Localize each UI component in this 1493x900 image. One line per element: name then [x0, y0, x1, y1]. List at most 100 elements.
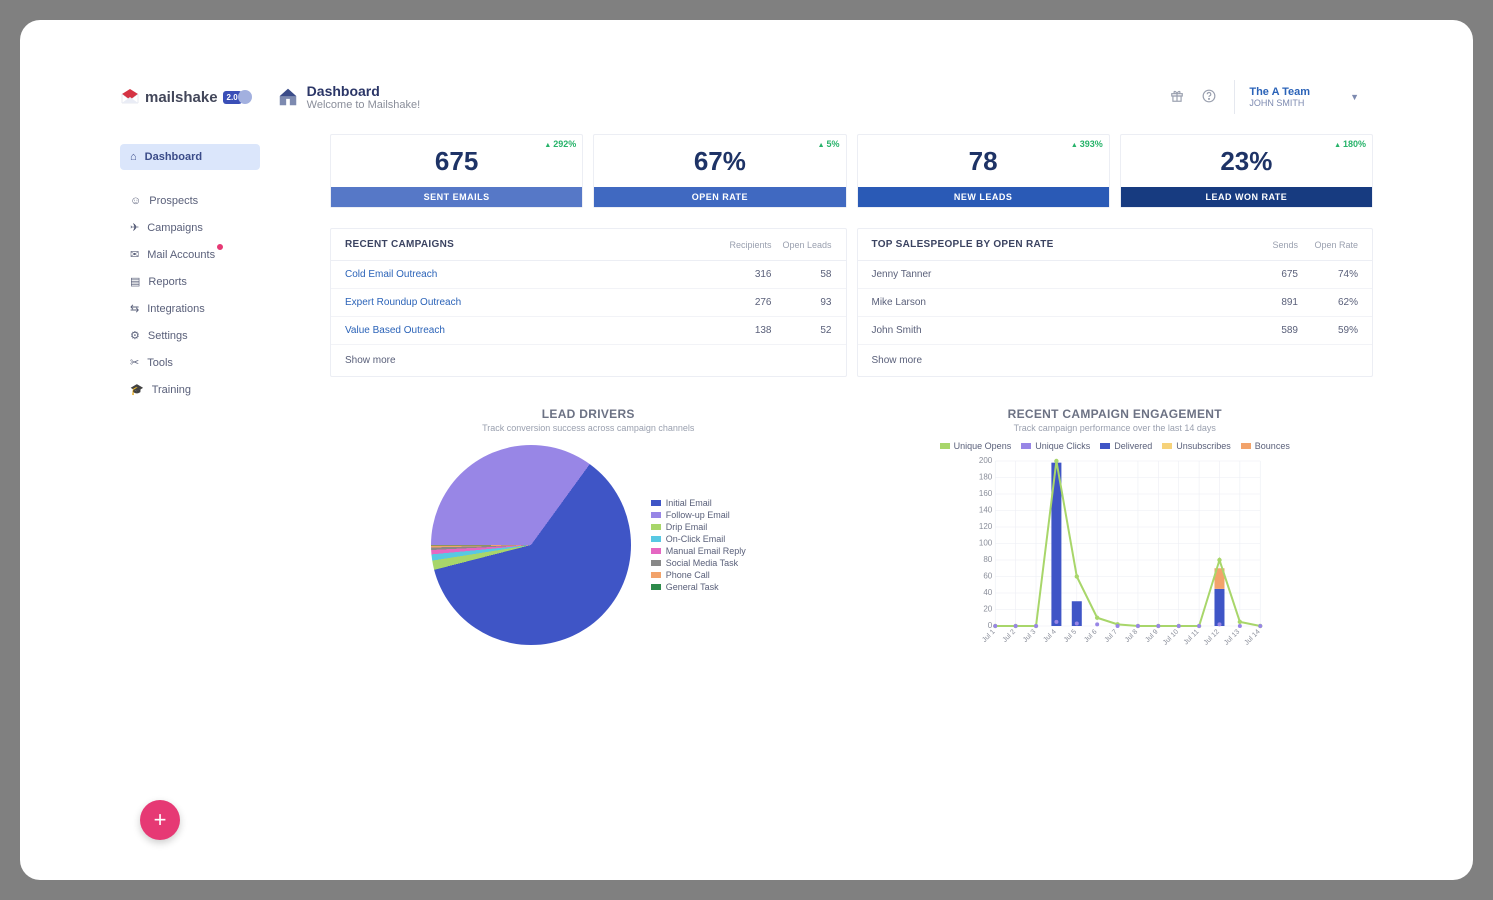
svg-text:Jul 4: Jul 4	[1042, 628, 1057, 643]
pie-legend: Initial Email Follow-up Email Drip Email…	[651, 496, 746, 594]
svg-text:200: 200	[978, 456, 992, 465]
show-more-link[interactable]: Show more	[331, 345, 846, 376]
table-title: TOP SALESPEOPLE BY OPEN RATE	[872, 239, 1239, 250]
col-open-rate: Open Rate	[1298, 240, 1358, 250]
swatch-icon	[1021, 443, 1031, 449]
nav-label: Campaigns	[147, 222, 203, 234]
report-icon: ▤	[130, 275, 140, 288]
kpi-delta: 292%	[544, 139, 576, 149]
swatch-icon	[651, 572, 661, 578]
svg-text:100: 100	[978, 539, 992, 548]
legend-label: Delivered	[1114, 441, 1152, 451]
kpi-label: LEAD WON RATE	[1121, 187, 1372, 207]
brand-logo[interactable]: mailshake 2.0	[120, 89, 252, 106]
body: ⌂ Dashboard ☺ Prospects ✈ Campaigns ✉ Ma…	[120, 124, 1373, 666]
col-open-leads: Open Leads	[772, 240, 832, 250]
nav-mail-accounts[interactable]: ✉ Mail Accounts	[120, 241, 260, 268]
chevron-down-icon: ▼	[1350, 92, 1359, 102]
nav-dashboard[interactable]: ⌂ Dashboard	[120, 144, 260, 170]
legend-label: Bounces	[1255, 441, 1290, 451]
user-name: JOHN SMITH	[1249, 98, 1310, 108]
campaign-link[interactable]: Expert Roundup Outreach	[345, 297, 712, 308]
svg-text:20: 20	[983, 605, 992, 614]
kpi-lead-won-rate[interactable]: 180% 23% LEAD WON RATE	[1120, 134, 1373, 208]
svg-text:Jul 3: Jul 3	[1022, 628, 1037, 643]
send-icon: ✈	[130, 221, 139, 234]
main-content: 292% 675 SENT EMAILS 5% 67% OPEN RATE 39…	[260, 124, 1373, 666]
swatch-icon	[1241, 443, 1251, 449]
cell: 62%	[1298, 297, 1358, 308]
recent-campaigns-card: RECENT CAMPAIGNS Recipients Open Leads C…	[330, 228, 847, 377]
col-sends: Sends	[1238, 240, 1298, 250]
swatch-icon	[651, 536, 661, 542]
nav-settings[interactable]: ⚙ Settings	[120, 322, 260, 349]
kpi-open-rate[interactable]: 5% 67% OPEN RATE	[593, 134, 846, 208]
cell: 276	[712, 297, 772, 308]
gear-icon: ⚙	[130, 329, 140, 342]
table-header: RECENT CAMPAIGNS Recipients Open Leads	[331, 229, 846, 261]
fab-add-button[interactable]: +	[140, 800, 180, 840]
nav-label: Mail Accounts	[147, 249, 215, 261]
nav-label: Training	[152, 384, 191, 396]
cell: 138	[712, 325, 772, 336]
mailshake-logo-icon	[120, 89, 140, 105]
chart-title: LEAD DRIVERS	[542, 407, 635, 421]
campaign-link[interactable]: Value Based Outreach	[345, 325, 712, 336]
table-row: John Smith 589 59%	[858, 317, 1373, 345]
nav-prospects[interactable]: ☺ Prospects	[120, 188, 260, 214]
kpi-new-leads[interactable]: 393% 78 NEW LEADS	[857, 134, 1110, 208]
topbar-left: mailshake 2.0 Dashboard Welcome to Mails…	[120, 83, 420, 111]
svg-text:Jul 7: Jul 7	[1103, 628, 1118, 643]
campaign-link[interactable]: Cold Email Outreach	[345, 269, 712, 280]
svg-text:Jul 1: Jul 1	[981, 628, 996, 643]
svg-text:120: 120	[978, 522, 992, 531]
svg-text:Jul 14: Jul 14	[1243, 628, 1261, 646]
link-icon: ⇆	[130, 302, 139, 315]
brand-bubble-icon	[238, 90, 252, 104]
table-row: Cold Email Outreach 316 58	[331, 261, 846, 289]
table-row: Mike Larson 891 62%	[858, 289, 1373, 317]
table-row: Value Based Outreach 138 52	[331, 317, 846, 345]
table-title: RECENT CAMPAIGNS	[345, 239, 712, 250]
chart-subtitle: Track campaign performance over the last…	[1014, 423, 1216, 433]
legend-label: Phone Call	[666, 570, 710, 580]
nav-campaigns[interactable]: ✈ Campaigns	[120, 214, 260, 241]
team-name: The A Team	[1249, 86, 1310, 98]
tables-row: RECENT CAMPAIGNS Recipients Open Leads C…	[330, 228, 1373, 377]
svg-text:Jul 9: Jul 9	[1144, 628, 1159, 643]
home-icon: ⌂	[130, 151, 137, 163]
nav-integrations[interactable]: ⇆ Integrations	[120, 295, 260, 322]
svg-text:Jul 8: Jul 8	[1123, 628, 1138, 643]
kpi-sent-emails[interactable]: 292% 675 SENT EMAILS	[330, 134, 583, 208]
kpi-label: NEW LEADS	[858, 187, 1109, 207]
swatch-icon	[651, 548, 661, 554]
help-icon[interactable]	[1202, 89, 1216, 106]
kpi-label: OPEN RATE	[594, 187, 845, 207]
nav-training[interactable]: 🎓 Training	[120, 376, 260, 403]
chart-subtitle: Track conversion success across campaign…	[482, 423, 694, 433]
account-switcher[interactable]: The A Team JOHN SMITH ▼	[1234, 80, 1373, 114]
kpi-delta: 180%	[1334, 139, 1366, 149]
home-icon	[277, 86, 299, 108]
page-subtitle: Welcome to Mailshake!	[307, 99, 421, 111]
svg-text:160: 160	[978, 489, 992, 498]
swatch-icon	[940, 443, 950, 449]
swatch-icon	[651, 584, 661, 590]
mail-icon: ✉	[130, 248, 139, 261]
nav-label: Reports	[148, 276, 187, 288]
legend-label: Manual Email Reply	[666, 546, 746, 556]
topbar: mailshake 2.0 Dashboard Welcome to Mails…	[120, 80, 1373, 124]
swatch-icon	[651, 560, 661, 566]
person-name: Mike Larson	[872, 297, 1239, 308]
cell: 58	[772, 269, 832, 280]
legend-label: General Task	[666, 582, 719, 592]
nav-tools[interactable]: ✂ Tools	[120, 349, 260, 376]
nav-reports[interactable]: ▤ Reports	[120, 268, 260, 295]
svg-text:Jul 13: Jul 13	[1223, 628, 1241, 646]
gift-icon[interactable]	[1170, 89, 1184, 106]
kpi-value: 67%	[594, 135, 845, 187]
topbar-right: The A Team JOHN SMITH ▼	[1170, 80, 1373, 114]
show-more-link[interactable]: Show more	[858, 345, 1373, 376]
cell: 52	[772, 325, 832, 336]
cell: 589	[1238, 325, 1298, 336]
